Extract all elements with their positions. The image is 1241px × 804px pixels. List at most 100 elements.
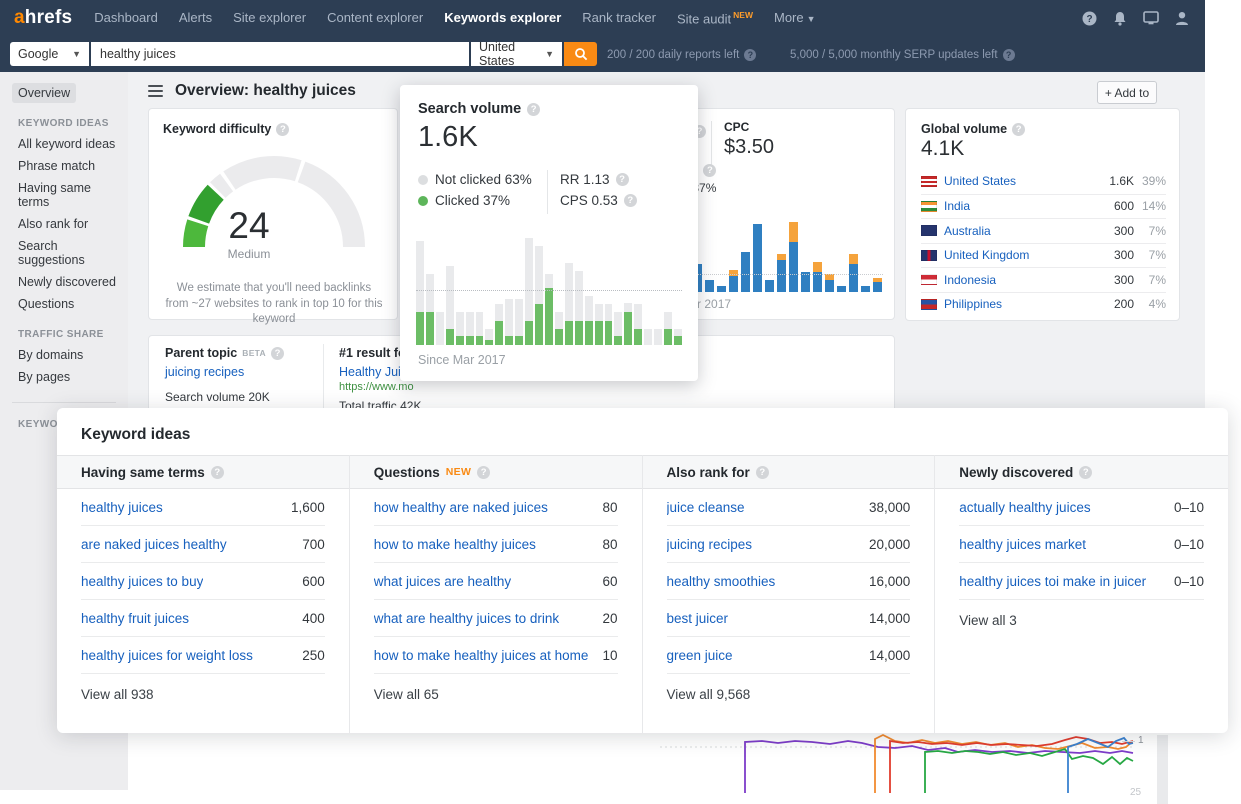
bar-bottom-segment: [801, 272, 810, 292]
help-icon[interactable]: ?: [270, 346, 284, 360]
help-icon[interactable]: ?: [703, 163, 717, 177]
keyword-volume: 400: [302, 610, 325, 626]
help-icon[interactable]: ?: [1082, 11, 1097, 26]
keyword-link[interactable]: green juice: [667, 648, 733, 663]
add-to-button[interactable]: + Add to: [1097, 81, 1157, 104]
keyword-link[interactable]: best juicer: [667, 611, 729, 626]
nav-item-rank-tracker[interactable]: Rank tracker: [582, 10, 656, 25]
country-select[interactable]: United States ▼: [471, 40, 562, 68]
bar-total-segment: [644, 328, 653, 345]
help-icon[interactable]: ?: [1002, 49, 1015, 61]
workspace-monitor-icon[interactable]: [1143, 11, 1159, 25]
sidebar-item-overview[interactable]: Overview: [12, 83, 77, 103]
keyword-link[interactable]: healthy fruit juices: [81, 611, 189, 626]
keyword-link[interactable]: healthy juices to buy: [81, 574, 203, 589]
sidebar-item-newly-discovered[interactable]: Newly discovered: [12, 272, 122, 292]
search-button[interactable]: [564, 42, 597, 66]
notifications-bell-icon[interactable]: [1113, 11, 1127, 26]
country-row: Philippines 200 4%: [921, 291, 1166, 317]
view-all-link[interactable]: View all 3: [959, 600, 1204, 640]
help-icon[interactable]: ?: [1079, 465, 1093, 479]
nav-item-site-explorer[interactable]: Site explorer: [233, 10, 306, 25]
keyword-link[interactable]: healthy juices toi make in juicer: [959, 574, 1146, 589]
help-icon[interactable]: ?: [477, 465, 491, 479]
sidebar-item-questions[interactable]: Questions: [12, 294, 80, 314]
help-icon[interactable]: ?: [1012, 122, 1026, 136]
search-engine-select[interactable]: Google ▼: [10, 42, 89, 66]
nav-item-more[interactable]: More ▼: [774, 10, 816, 25]
keyword-link[interactable]: how healthy are naked juices: [374, 500, 548, 515]
keyword-link[interactable]: how to make healthy juices at home: [374, 648, 589, 663]
country-link[interactable]: Indonesia: [944, 273, 996, 287]
country-row: United Kingdom 300 7%: [921, 242, 1166, 268]
keyword-row: healthy smoothies 16,000: [666, 563, 911, 600]
legend-item: Clicked 37%: [418, 190, 532, 211]
bar-bottom-segment: [753, 224, 762, 292]
keyword-link[interactable]: healthy juices for weight loss: [81, 648, 253, 663]
sidebar-item-all-keyword-ideas[interactable]: All keyword ideas: [12, 134, 121, 154]
keyword-link[interactable]: actually healthy juices: [959, 500, 1090, 515]
axis-tick: [1122, 741, 1135, 742]
scrollbar[interactable]: [1157, 735, 1168, 804]
keyword-link[interactable]: juicing recipes: [667, 537, 753, 552]
sidebar-item-having-same-terms[interactable]: Having same terms: [12, 178, 128, 212]
keyword-volume: 20: [602, 610, 618, 626]
keyword-link[interactable]: how to make healthy juices: [374, 537, 536, 552]
keyword-link[interactable]: are naked juices healthy: [81, 537, 227, 552]
sidebar-item-by-domains[interactable]: By domains: [12, 345, 89, 365]
sidebar-item-also-rank-for[interactable]: Also rank for: [12, 214, 94, 234]
chart-bar: [544, 273, 553, 345]
help-icon[interactable]: ?: [744, 49, 757, 61]
nav-item-dashboard[interactable]: Dashboard: [94, 10, 158, 25]
keyword-search-input[interactable]: [91, 42, 469, 66]
collapse-menu-icon[interactable]: [148, 82, 163, 100]
view-all-link[interactable]: View all 65: [374, 674, 618, 714]
keyword-link[interactable]: what juices are healthy: [374, 574, 511, 589]
country-link[interactable]: United Kingdom: [944, 248, 1029, 262]
parent-topic-link[interactable]: juicing recipes: [165, 365, 284, 379]
nav-item-site-audit[interactable]: Site audit NEW: [677, 10, 753, 26]
user-account-icon[interactable]: [1175, 11, 1189, 26]
help-icon[interactable]: ?: [210, 465, 224, 479]
help-icon[interactable]: ?: [527, 102, 541, 116]
keyword-volume: 14,000: [868, 610, 911, 626]
help-icon[interactable]: ?: [276, 122, 290, 136]
keyword-link[interactable]: healthy smoothies: [667, 574, 776, 589]
keyword-volume: 80: [602, 536, 618, 552]
country-link[interactable]: United States: [944, 174, 1016, 188]
keyword-link[interactable]: healthy juices market: [959, 537, 1086, 552]
keyword-link[interactable]: healthy juices: [81, 500, 163, 515]
sidebar-item-by-pages[interactable]: By pages: [12, 367, 76, 387]
chart-bar: [861, 285, 870, 292]
keyword-volume: 60: [602, 573, 618, 589]
position-history-chart: [660, 733, 1135, 793]
nav-item-alerts[interactable]: Alerts: [179, 10, 212, 25]
country-link[interactable]: Australia: [944, 224, 991, 238]
position-line-green: [924, 747, 1134, 793]
ahrefs-logo[interactable]: ahrefs: [14, 7, 72, 29]
column-header: Newly discovered?: [935, 455, 1228, 489]
country-link[interactable]: Philippines: [944, 297, 1002, 311]
metric-item: CPS 0.53?: [560, 190, 637, 211]
bar-clicked-segment: [604, 320, 613, 345]
chart-bar: [485, 328, 494, 345]
keyword-difficulty-card: Keyword difficulty? 24 Medium We estimat…: [148, 108, 398, 325]
nav-item-keywords-explorer[interactable]: Keywords explorer: [444, 10, 561, 25]
nav-item-content-explorer[interactable]: Content explorer: [327, 10, 423, 25]
chart-bar: [644, 328, 653, 345]
top-result-url[interactable]: https://www.mo: [339, 381, 429, 393]
bar-total-segment: [505, 298, 514, 337]
view-all-link[interactable]: View all 938: [81, 674, 325, 714]
chart-bar: [435, 312, 444, 345]
sidebar-item-phrase-match[interactable]: Phrase match: [12, 156, 101, 176]
sidebar-item-search-suggestions[interactable]: Search suggestions: [12, 236, 128, 270]
view-all-link[interactable]: View all 9,568: [667, 674, 911, 714]
bar-clicked-segment: [455, 336, 464, 345]
help-icon[interactable]: ?: [755, 465, 769, 479]
help-icon[interactable]: ?: [623, 194, 637, 207]
help-icon[interactable]: ?: [615, 173, 629, 186]
keyword-link[interactable]: what are healthy juices to drink: [374, 611, 559, 626]
country-link[interactable]: India: [944, 199, 970, 213]
bar-top-segment: [789, 222, 798, 243]
keyword-link[interactable]: juice cleanse: [667, 500, 745, 515]
